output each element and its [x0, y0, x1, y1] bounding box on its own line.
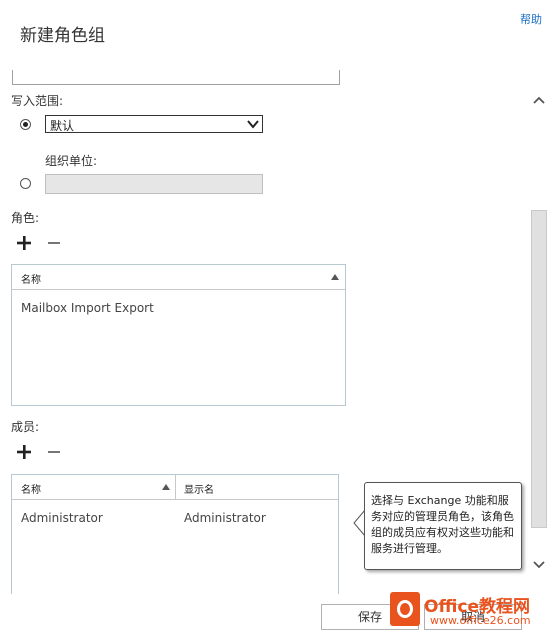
roles-row[interactable]: Mailbox Import Export	[21, 301, 154, 315]
watermark-url: www.office26.com	[430, 614, 531, 627]
help-link[interactable]: 帮助	[520, 11, 542, 27]
sort-asc-icon	[331, 274, 339, 280]
members-grid: 名称 显示名 Administrator Administrator	[11, 474, 339, 594]
members-label: 成员:	[11, 420, 40, 434]
dialog-title: 新建角色组	[20, 26, 105, 46]
sort-asc-icon	[162, 484, 170, 490]
member-name[interactable]: Administrator	[21, 511, 103, 525]
roles-grid-header: 名称	[12, 265, 345, 290]
member-display-name[interactable]: Administrator	[184, 511, 266, 525]
roles-grid: 名称 Mailbox Import Export	[11, 264, 346, 406]
scrollbar-thumb[interactable]	[531, 210, 547, 528]
add-role-icon[interactable]	[16, 235, 32, 251]
remove-member-icon[interactable]	[46, 444, 62, 460]
ou-label: 组织单位:	[45, 154, 98, 168]
description-textarea[interactable]	[12, 70, 340, 85]
add-member-icon[interactable]	[16, 444, 32, 460]
roles-col-name[interactable]: 名称	[21, 271, 41, 286]
default-scope-value: 默认	[50, 119, 75, 133]
column-divider	[175, 475, 176, 499]
write-scope-label: 写入范围:	[11, 94, 64, 108]
members-col-display-name[interactable]: 显示名	[184, 481, 214, 496]
roles-label: 角色:	[11, 211, 40, 225]
remove-role-icon[interactable]	[46, 235, 62, 251]
office-logo	[390, 592, 420, 626]
scroll-down-icon[interactable]	[532, 560, 546, 570]
members-col-name[interactable]: 名称	[21, 481, 41, 496]
members-grid-header: 名称 显示名	[12, 475, 338, 500]
ou-input	[45, 174, 263, 194]
role-help-tooltip: 选择与 Exchange 功能和服务对应的管理员角色，该角色组的成员应有权对这些…	[364, 482, 522, 570]
scroll-up-icon[interactable]	[532, 95, 546, 105]
default-scope-select[interactable]: 默认	[45, 115, 263, 133]
chevron-down-icon	[247, 120, 259, 129]
default-scope-radio[interactable]	[20, 119, 31, 130]
ou-scope-radio[interactable]	[20, 178, 31, 189]
